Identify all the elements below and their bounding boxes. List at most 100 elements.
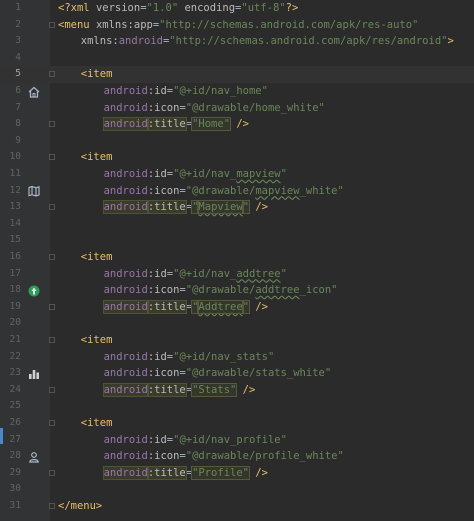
code-line[interactable]: 24 android:title="Stats" /> — [0, 382, 474, 399]
code-token: android — [103, 101, 148, 114]
code-line[interactable]: 6 android:id="@+id/nav_home" — [0, 83, 474, 100]
code-line[interactable]: 10 <item — [0, 149, 474, 166]
code-line[interactable]: 13 android:title="Mapview" /> — [0, 199, 474, 216]
code-line[interactable]: 15 — [0, 232, 474, 249]
code-line[interactable]: 16 <item — [0, 249, 474, 266]
code-text[interactable]: <item — [81, 249, 113, 266]
code-token: "@drawable/ — [185, 184, 256, 197]
code-text[interactable]: <item — [81, 415, 113, 432]
code-text[interactable]: <item — [81, 66, 113, 83]
code-text[interactable]: android:icon="@drawable/profile_white" — [104, 448, 344, 465]
code-text[interactable]: </menu> — [58, 498, 102, 515]
code-line[interactable]: 22 android:id="@+id/nav_stats" — [0, 349, 474, 366]
code-line[interactable]: 3 xmlns:android="http://schemas.android.c… — [0, 33, 474, 50]
code-line[interactable]: 20 — [0, 315, 474, 332]
code-token: :title — [146, 382, 187, 397]
home-icon[interactable] — [27, 85, 40, 98]
line-number: 5 — [15, 68, 21, 80]
code-line[interactable]: 18 android:icon="@drawable/addtree_icon" — [0, 282, 474, 299]
code-line[interactable]: 2 <menu xmlns:app="http://schemas.android… — [0, 17, 474, 34]
code-token: android — [103, 168, 148, 180]
code-token: android — [102, 465, 149, 480]
code-line[interactable]: 9 — [0, 133, 474, 150]
code-text[interactable]: android:title="Profile" /> — [102, 465, 268, 482]
code-token: xmlns:app — [95, 18, 153, 31]
code-line[interactable]: 31 </menu> — [0, 498, 474, 515]
code-text[interactable]: android:id="@+id/nav_addtree" — [104, 266, 287, 283]
code-line[interactable]: 25 — [0, 398, 474, 415]
code-line[interactable]: 30 — [0, 481, 474, 498]
fold-marker-icon[interactable] — [49, 154, 55, 161]
code-line[interactable]: 21 <item — [0, 332, 474, 349]
fold-marker-icon[interactable] — [49, 204, 55, 211]
code-text[interactable]: android:id="@+id/nav_profile" — [104, 432, 287, 449]
code-token: /> — [249, 300, 268, 313]
fold-marker-icon[interactable] — [49, 337, 55, 343]
fold-marker-icon[interactable] — [49, 386, 55, 393]
fold-marker-icon[interactable] — [49, 503, 55, 509]
code-token: :icon — [147, 367, 180, 380]
code-token: encoding — [184, 2, 236, 14]
code-line[interactable]: 1 <?xml version="1.0" encoding="utf-8"?> — [0, 0, 474, 17]
code-token: version — [95, 2, 141, 14]
map-icon[interactable] — [27, 185, 40, 198]
code-token: "1.0" — [146, 2, 185, 14]
fold-marker-icon[interactable] — [49, 420, 55, 426]
code-token: xmlns: — [80, 35, 119, 48]
code-line[interactable]: 17 android:id="@+id/nav_addtree" — [0, 266, 474, 283]
code-line[interactable]: 28 android:icon="@drawable/profile_white" — [0, 448, 474, 465]
line-number: 18 — [9, 284, 21, 296]
code-token: "@drawable/profile_white" — [185, 450, 344, 463]
code-text[interactable]: android:id="@+id/nav_home" — [104, 83, 268, 100]
fold-marker-icon[interactable] — [49, 71, 55, 78]
code-text[interactable]: android:id="@+id/nav_mapview" — [104, 166, 287, 183]
code-token: mapview — [255, 184, 300, 197]
line-number: 24 — [9, 383, 21, 395]
code-token: <item — [80, 251, 113, 263]
code-text[interactable]: android:icon="@drawable/addtree_icon" — [104, 282, 338, 299]
stats-icon[interactable] — [27, 367, 40, 380]
code-line[interactable]: 8 android:title="Home" /> — [0, 116, 474, 133]
code-token: android — [102, 299, 149, 314]
line-number: 21 — [9, 334, 21, 345]
code-line[interactable]: 19 android:title="Addtree" /> — [0, 299, 474, 316]
fold-marker-icon[interactable] — [49, 469, 55, 476]
code-line[interactable]: 5 <item — [0, 66, 474, 83]
code-text[interactable]: android:title="Addtree" /> — [102, 299, 268, 316]
line-number: 4 — [15, 51, 21, 63]
code-text[interactable]: xmlns:android="http://schemas.android.co… — [81, 33, 454, 50]
fold-marker-icon[interactable] — [49, 21, 55, 28]
fold-marker-icon[interactable] — [49, 303, 55, 310]
code-line[interactable]: 26 <item — [0, 415, 474, 432]
code-text[interactable]: android:title="Mapview" /> — [102, 199, 268, 216]
code-text[interactable]: <item — [81, 332, 113, 349]
code-text[interactable]: <menu xmlns:app="http://schemas.android.… — [58, 17, 418, 34]
line-number: 2 — [15, 18, 21, 30]
code-line[interactable]: 7 android:icon="@drawable/home_white" — [0, 100, 474, 117]
code-text[interactable]: <?xml version="1.0" encoding="utf-8"?> — [58, 0, 298, 17]
code-line[interactable]: 23 android:icon="@drawable/stats_white" — [0, 365, 474, 382]
code-editor[interactable]: 1 <?xml version="1.0" encoding="utf-8"?> 2… — [0, 0, 474, 521]
code-token: "Profile" — [191, 465, 250, 480]
code-line[interactable]: 14 — [0, 216, 474, 233]
code-line[interactable]: 27 android:id="@+id/nav_profile" — [0, 432, 474, 449]
addtree-icon[interactable] — [27, 284, 40, 297]
code-line[interactable]: 4 — [0, 50, 474, 67]
code-text[interactable]: android:icon="@drawable/home_white" — [104, 100, 325, 117]
code-text[interactable]: android:id="@+id/nav_stats" — [104, 349, 275, 366]
code-token: "@+id/nav_stats" — [173, 350, 275, 363]
fold-marker-icon[interactable] — [49, 254, 55, 260]
code-text[interactable]: android:title="Home" /> — [102, 116, 249, 133]
code-text[interactable]: android:icon="@drawable/mapview_white" — [104, 183, 344, 200]
code-line[interactable]: 11 android:id="@+id/nav_mapview" — [0, 166, 474, 183]
code-line[interactable]: 12 android:icon="@drawable/mapview_white" — [0, 183, 474, 200]
line-number: 27 — [9, 433, 21, 445]
code-text[interactable]: android:title="Stats" /> — [102, 382, 255, 399]
code-token: </menu> — [58, 500, 103, 512]
code-token: <?xml — [58, 2, 96, 14]
code-text[interactable]: <item — [81, 149, 113, 166]
profile-icon[interactable] — [27, 450, 40, 463]
code-line[interactable]: 29 android:title="Profile" /> — [0, 465, 474, 482]
code-text[interactable]: android:icon="@drawable/stats_white" — [104, 365, 332, 382]
fold-marker-icon[interactable] — [49, 121, 55, 128]
